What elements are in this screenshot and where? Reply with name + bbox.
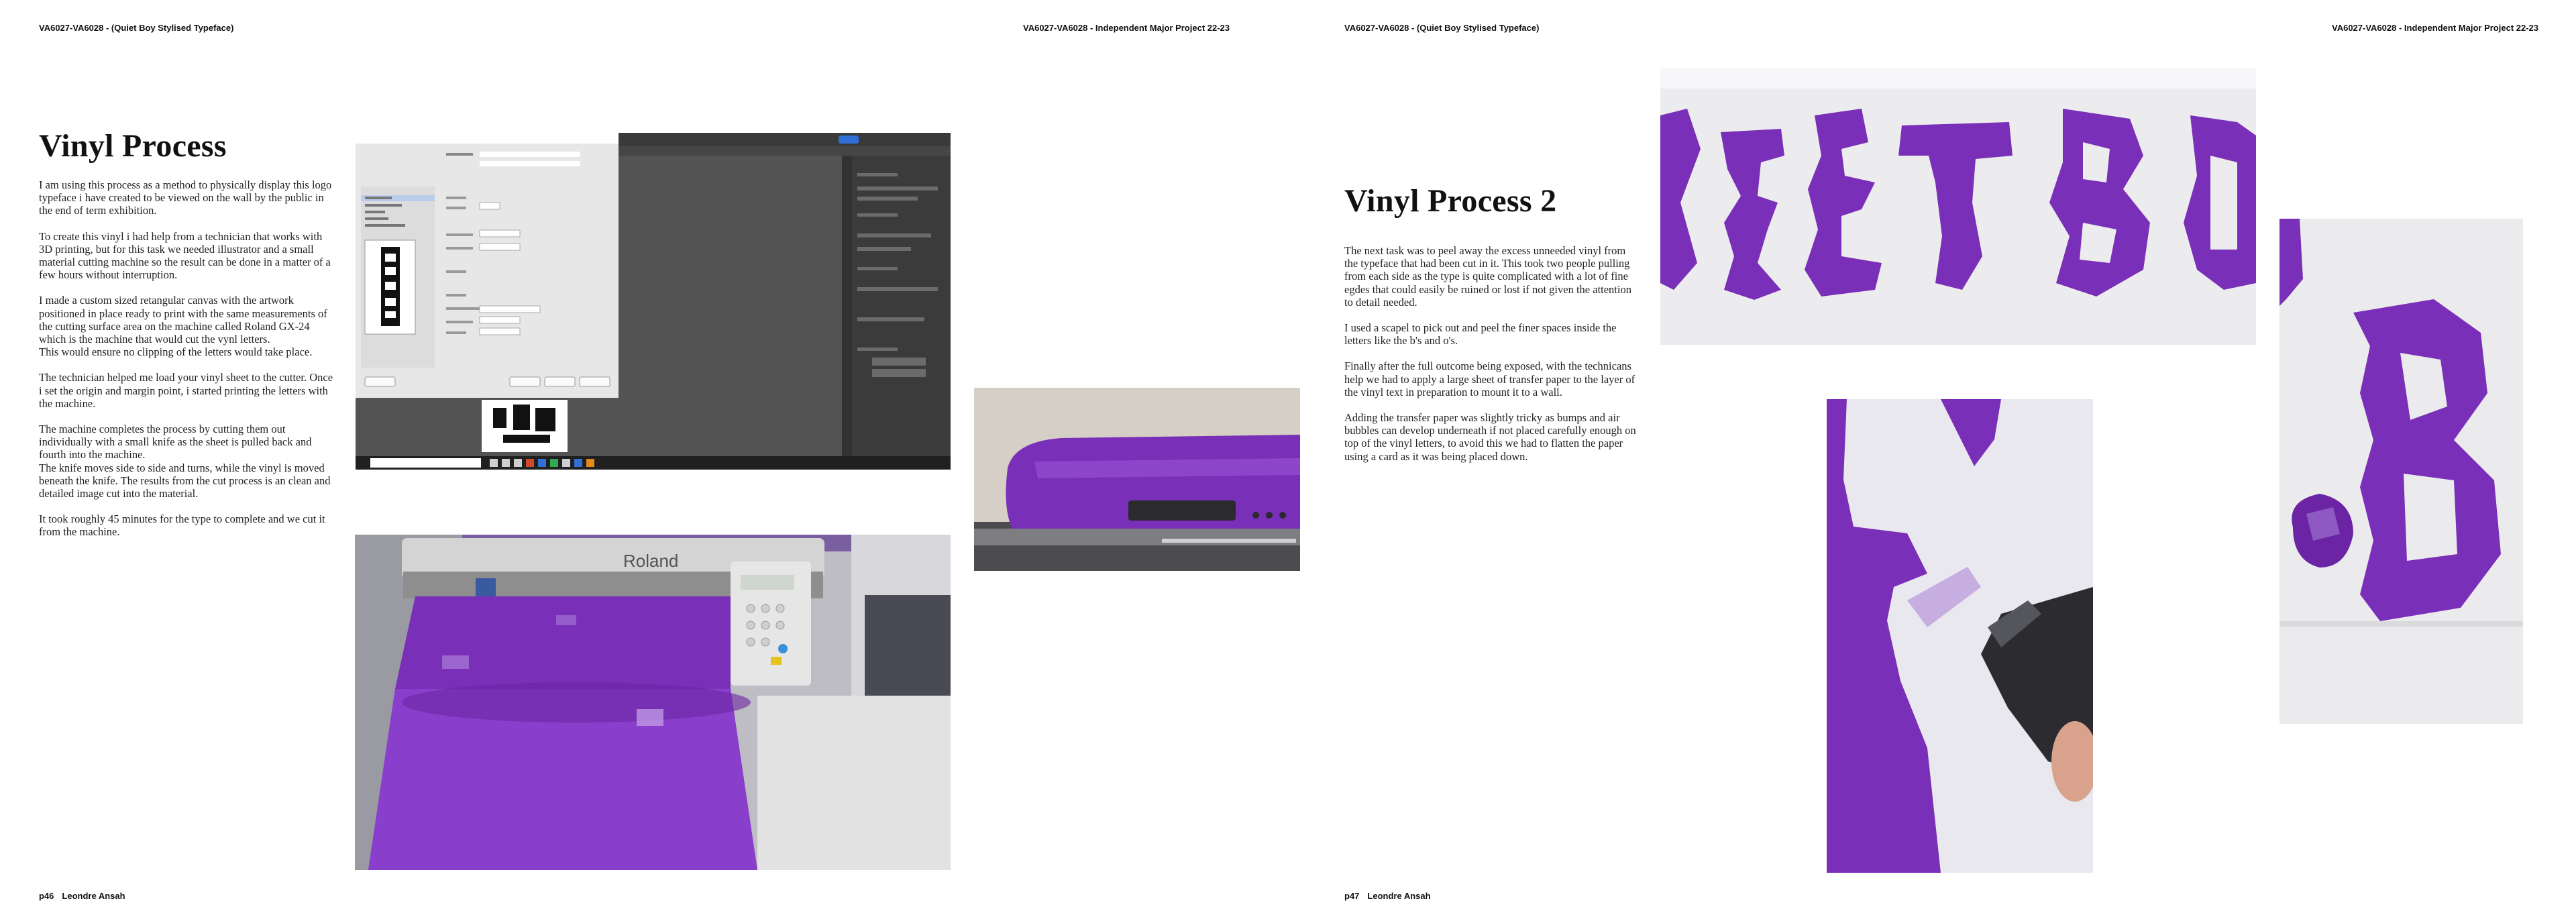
left-paragraph-5: The machine completes the process by cut… [39, 423, 331, 500]
vinyl-roll-closeup-photo [974, 388, 1300, 571]
left-body-text: I am using this process as a method to p… [39, 178, 334, 551]
left-author: Leondre Ansah [62, 891, 125, 901]
peeled-vinyl-letters-photo [1660, 68, 2256, 345]
illustrator-print-dialog-screenshot [356, 133, 951, 470]
scalpel-peeling-photo [1827, 399, 2093, 873]
left-page-title: Vinyl Process [39, 128, 227, 164]
left-page-number: p46 [39, 891, 54, 901]
right-header-right: VA6027-VA6028 - Independent Major Projec… [2332, 23, 2539, 33]
left-footer: p46 Leondre Ansah [39, 891, 133, 901]
left-paragraph-4: The technician helped me load your vinyl… [39, 371, 333, 410]
right-body-text: The next task was to peel away the exces… [1344, 244, 1641, 476]
left-paragraph-3: I made a custom sized retangular canvas … [39, 294, 327, 359]
right-paragraph-1: The next task was to peel away the exces… [1344, 244, 1631, 309]
right-paragraph-2: I used a scapel to pick out and peel the… [1344, 321, 1617, 347]
left-header-right: VA6027-VA6028 - Independent Major Projec… [1023, 23, 1230, 33]
left-paragraph-2: To create this vinyl i had help from a t… [39, 229, 331, 282]
right-paragraph-4: Adding the transfer paper was slightly t… [1344, 411, 1636, 463]
right-author: Leondre Ansah [1367, 891, 1431, 901]
left-header-left: VA6027-VA6028 - (Quiet Boy Stylised Type… [39, 23, 234, 33]
right-paragraph-3: Finally after the full outcome being exp… [1344, 360, 1635, 398]
left-paragraph-1: I am using this process as a method to p… [39, 178, 332, 217]
right-footer: p47 Leondre Ansah [1344, 891, 1439, 901]
right-page-number: p47 [1344, 891, 1360, 901]
roland-logo-text: Roland [623, 551, 678, 571]
right-page-title: Vinyl Process 2 [1344, 183, 1557, 219]
roland-cutter-photo: Roland [355, 535, 951, 870]
letter-b-vinyl-photo [2279, 219, 2523, 724]
left-paragraph-6: It took roughly 45 minutes for the type … [39, 513, 325, 539]
right-header-left: VA6027-VA6028 - (Quiet Boy Stylised Type… [1344, 23, 1540, 33]
